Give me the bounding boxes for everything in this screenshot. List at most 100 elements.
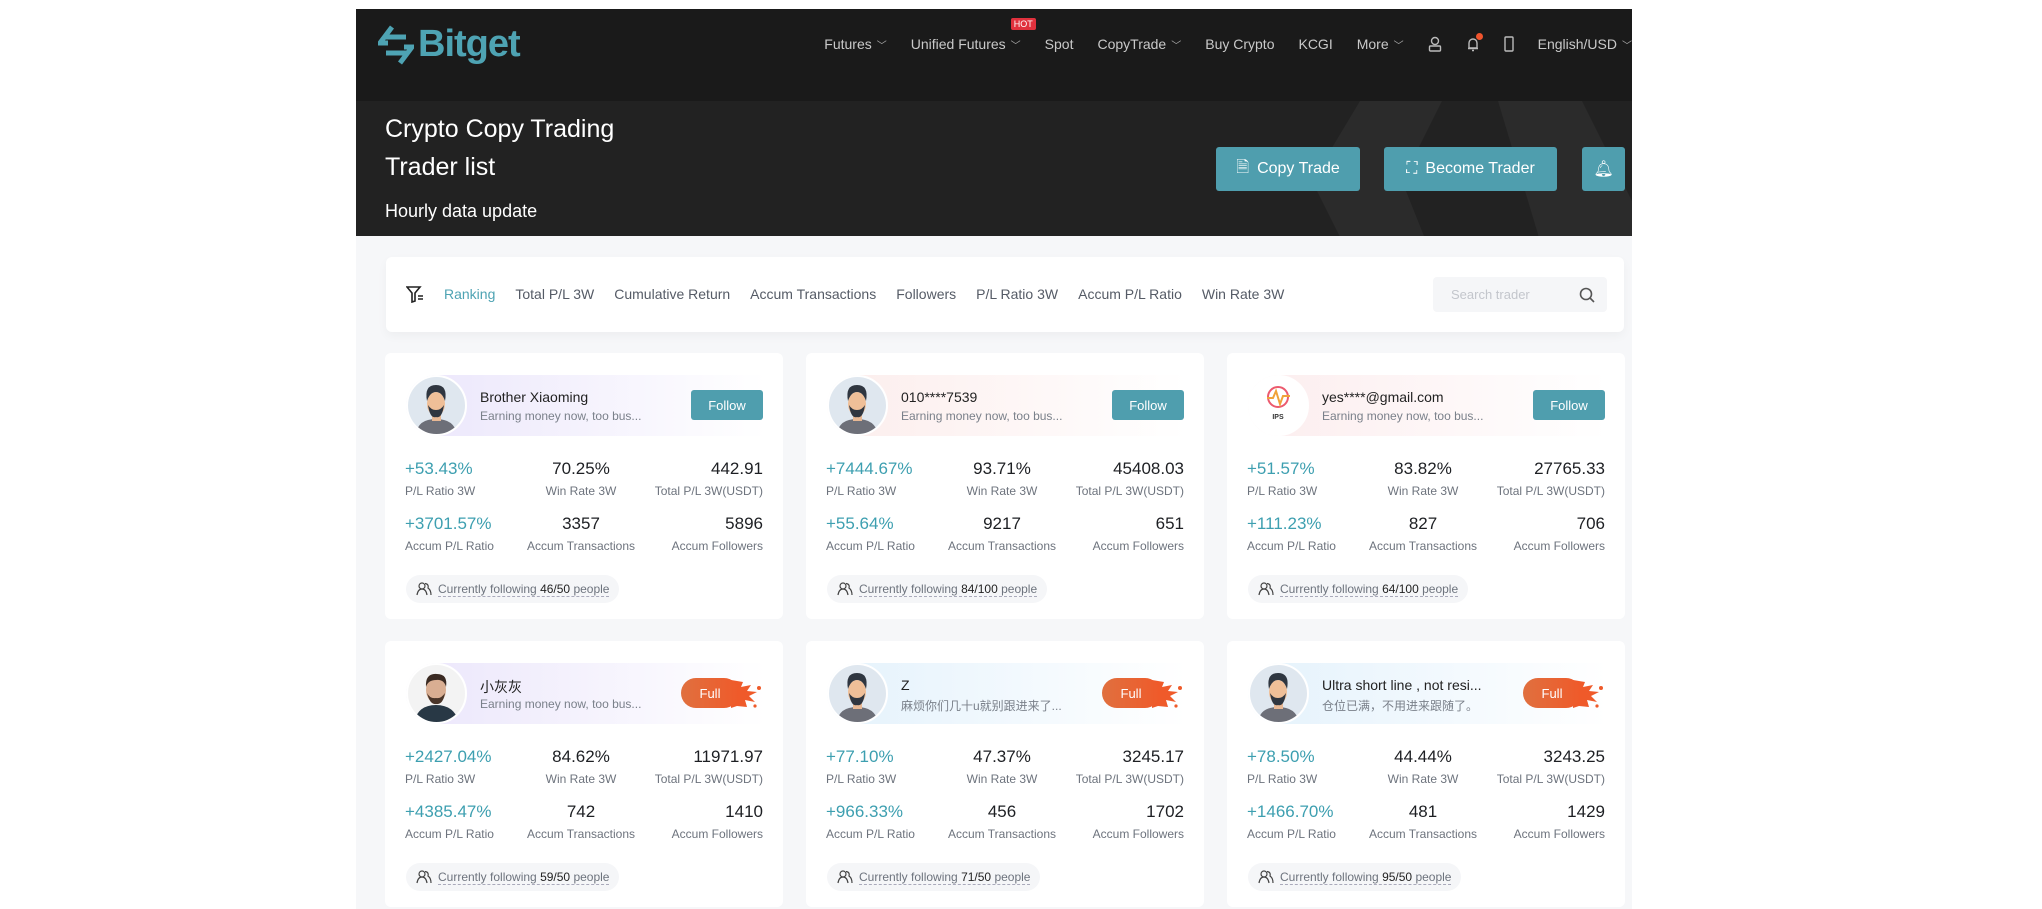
avatar[interactable]: IPS [1248,375,1309,436]
notification-bell-icon[interactable] [1466,33,1483,52]
total-pl-3w: 11971.97 Total P/L 3W(USDT) [623,747,763,786]
document-icon: 🗎 [1236,158,1250,176]
sort-tab-accum-p-l-ratio[interactable]: Accum P/L Ratio [1078,286,1182,302]
sort-tab-win-rate-3w[interactable]: Win Rate 3W [1202,286,1284,302]
following-count-pill[interactable]: Currently following 71/50 people [827,863,1041,891]
following-count-pill[interactable]: Currently following 64/100 people [1248,575,1469,603]
total-pl-3w: 45408.03 Total P/L 3W(USDT) [1044,459,1184,498]
trader-name[interactable]: 010****7539 [901,389,977,405]
people-icon [416,870,432,884]
nav-item-futures[interactable]: Futures ﹀ [824,36,886,52]
follow-button[interactable]: Follow [691,390,763,420]
trader-card[interactable]: 小灰灰 Earning money now, too bus... Full +… [385,641,783,907]
follow-button[interactable]: Follow [1533,390,1605,420]
stat-label: Accum Followers [671,827,763,841]
sort-tab-ranking[interactable]: Ranking [444,286,495,302]
hero-banner: Crypto Copy Trading Trader list Hourly d… [356,101,1632,236]
language-currency-selector[interactable]: English/USD ﹀ [1538,36,1632,52]
search-trader-input[interactable]: Search trader [1433,277,1607,312]
following-suffix: people [573,581,610,596]
language-label: English/USD [1537,36,1617,52]
following-suffix: people [994,869,1031,884]
unread-dot [1475,33,1483,40]
sort-tab-followers[interactable]: Followers [896,286,956,302]
sort-tab-p-l-ratio-3w[interactable]: P/L Ratio 3W [976,286,1058,302]
search-placeholder: Search trader [1451,287,1530,302]
stat-label: Accum Followers [1513,827,1605,841]
trader-name[interactable]: yes****@gmail.com [1322,389,1444,405]
trader-bio: 仓位已满，不用进来跟随了。 [1322,699,1479,713]
user-icon[interactable] [1428,36,1442,52]
follow-button[interactable]: Follow [1112,390,1184,420]
notify-bell-button[interactable]: 🔔︎ [1582,147,1625,191]
following-prefix: Currently following [1280,581,1379,596]
stat-value: 706 [1576,514,1605,533]
trader-name[interactable]: Z [901,677,910,693]
become-trader-label: Become Trader [1425,160,1535,177]
avatar[interactable] [1248,663,1309,724]
nav-label: More [1356,36,1389,52]
sort-tab-cumulative-return[interactable]: Cumulative Return [614,286,730,302]
full-badge: Full [681,678,771,710]
chevron-down-icon: ﹀ [1622,40,1632,52]
nav-item-buy-crypto[interactable]: Buy Crypto [1205,36,1274,52]
accum-followers: 651 Accum Followers [1044,514,1184,553]
stat-label: Accum Followers [1513,539,1605,553]
sort-tab-accum-transactions[interactable]: Accum Transactions [750,286,876,302]
copy-trade-button[interactable]: 🗎 Copy Trade [1216,147,1360,191]
stat-value: 442.91 [711,459,763,478]
trader-card[interactable]: IPS yes****@gmail.com Earning money now,… [1227,353,1625,619]
following-suffix: people [1001,581,1038,596]
hot-badge: HOT [1010,18,1036,30]
avatar[interactable] [827,663,888,724]
trader-photo-avatar [408,665,465,722]
following-prefix: Currently following [438,869,537,884]
avatar[interactable] [406,663,467,724]
become-trader-button[interactable]: ⛶ Become Trader [1384,147,1557,191]
nav-item-kcgi[interactable]: KCGI [1298,36,1332,52]
following-count-pill[interactable]: Currently following 84/100 people [827,575,1048,603]
accum-followers: 1702 Accum Followers [1044,802,1184,841]
following-text: Currently following 64/100 people [1280,581,1459,597]
following-count-pill[interactable]: Currently following 95/50 people [1248,863,1462,891]
trader-name[interactable]: Brother Xiaoming [480,389,588,405]
nav-label: Buy Crypto [1205,36,1275,52]
following-prefix: Currently following [438,581,537,596]
following-count: 71/50 [961,869,992,884]
stat-value: 45408.03 [1113,459,1184,478]
trader-card[interactable]: Brother Xiaoming Earning money now, too … [385,353,783,619]
trader-card[interactable]: Ultra short line , not resi... 仓位已满，不用进来… [1227,641,1625,907]
stat-label: Accum Followers [1092,827,1184,841]
nav-item-spot[interactable]: Spot [1045,36,1074,52]
trader-name[interactable]: Ultra short line , not resi... [1322,677,1482,693]
stat-label: Total P/L 3W(USDT) [1496,772,1605,786]
avatar[interactable] [406,375,467,436]
following-count-pill[interactable]: Currently following 46/50 people [406,575,620,603]
search-icon[interactable] [1579,287,1595,303]
cartoon-avatar [829,377,886,434]
total-pl-3w: 3243.25 Total P/L 3W(USDT) [1465,747,1605,786]
following-text: Currently following 84/100 people [859,581,1038,597]
trader-name[interactable]: 小灰灰 [480,677,522,697]
bell-icon: 🔔︎ [1593,161,1614,178]
full-badge: Full [1102,678,1192,710]
nav-item-unified-futures[interactable]: Unified Futures ﹀ HOT [911,18,1036,52]
chevron-down-icon: ﹀ [876,40,887,52]
nav-item-copytrade[interactable]: CopyTrade ﹀ [1097,36,1181,52]
mobile-app-icon[interactable] [1503,36,1514,52]
copy-trade-label: Copy Trade [1257,160,1340,177]
bitget-logo[interactable]: Bitget [378,23,521,66]
page-subtitle: Trader list [385,153,496,181]
trader-card[interactable]: Z 麻烦你们几十u就别跟进来了... Full +77.10% P/L Ratio… [806,641,1204,907]
cartoon-avatar [1250,665,1307,722]
nav-item-more[interactable]: More ﹀ [1357,36,1404,52]
sort-tab-total-p-l-3w[interactable]: Total P/L 3W [515,286,594,302]
people-icon [837,582,853,596]
sort-tabs: Ranking Total P/L 3W Cumulative Return Accu… [406,285,1284,303]
following-prefix: Currently following [859,869,958,884]
following-count: 64/100 [1382,581,1419,596]
trader-card[interactable]: 010****7539 Earning money now, too bus..… [806,353,1204,619]
following-count-pill[interactable]: Currently following 59/50 people [406,863,620,891]
stat-value: 3243.25 [1543,747,1605,766]
avatar[interactable] [827,375,888,436]
